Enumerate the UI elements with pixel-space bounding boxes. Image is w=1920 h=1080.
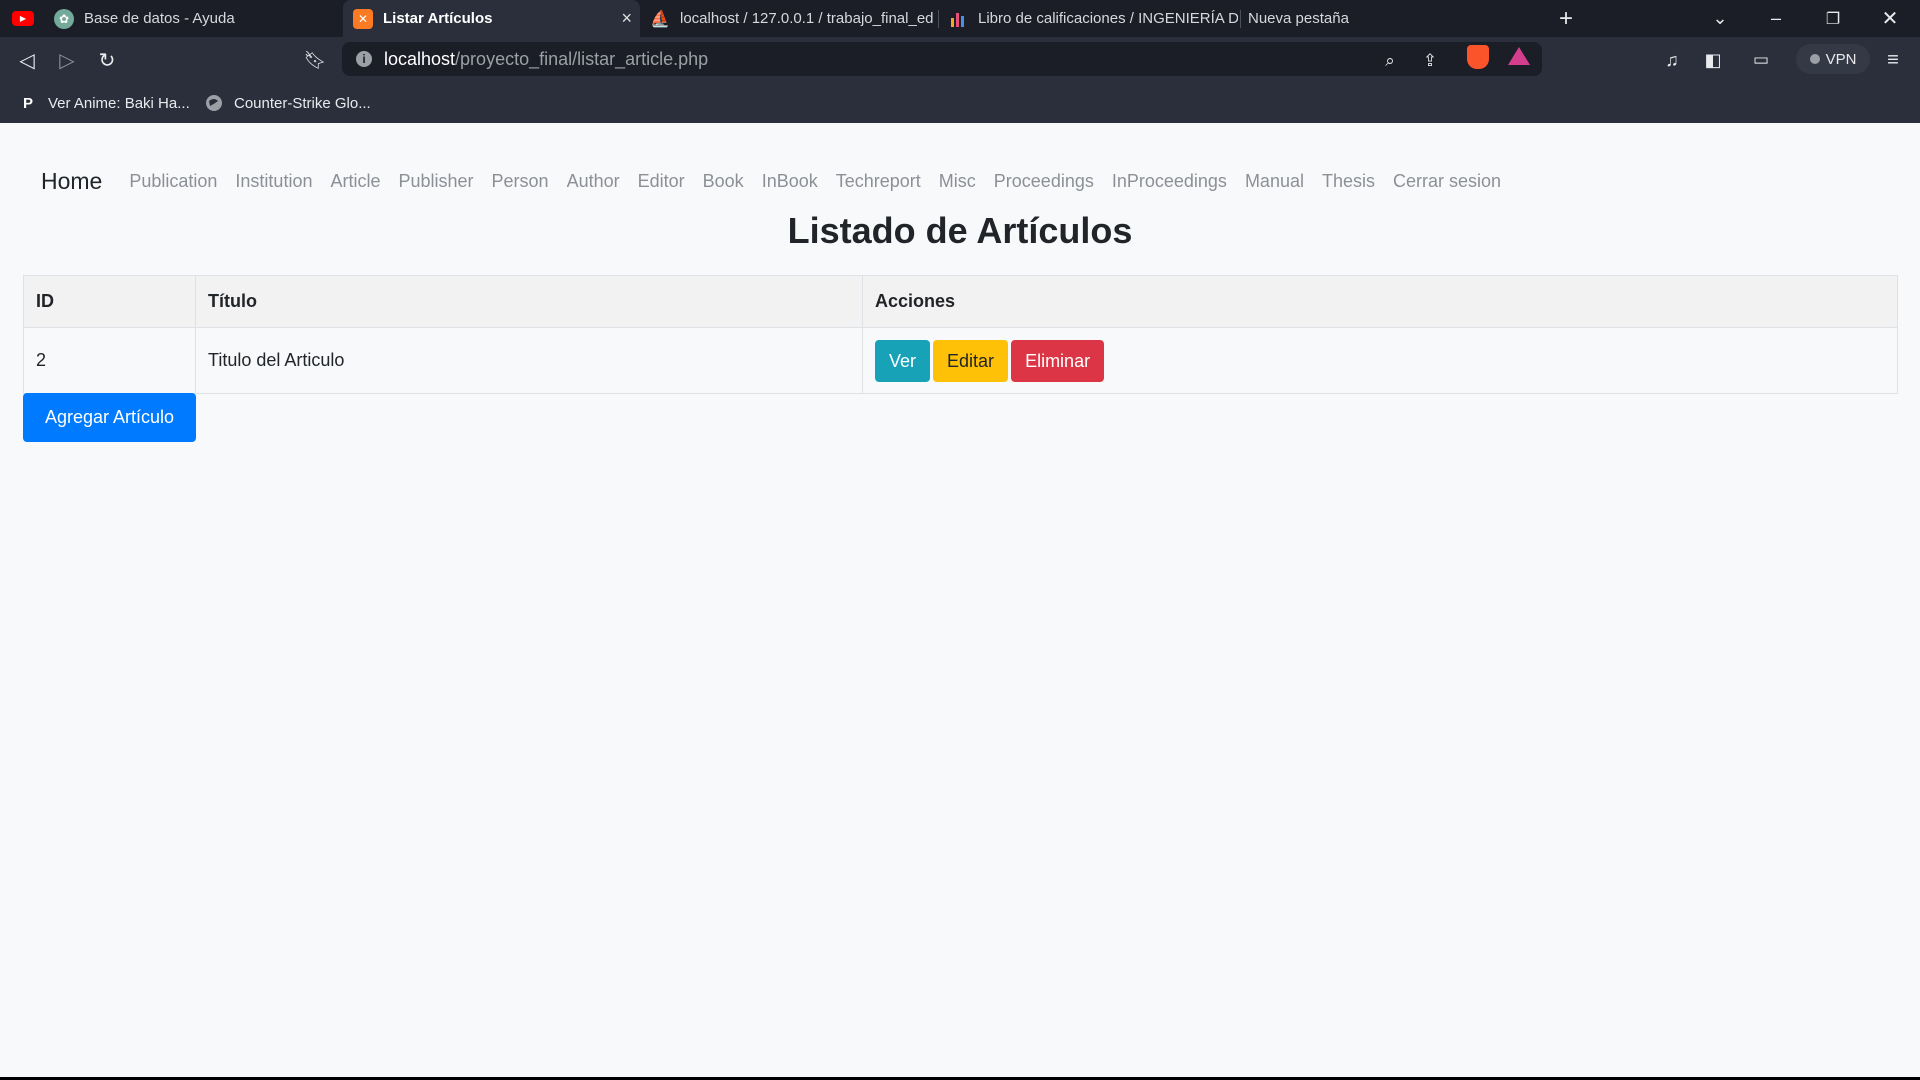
bookmarks-bar: P Ver Anime: Baki Ha... Counter-Strike G…	[0, 83, 1920, 123]
browser-chrome: ▶ ✿ Base de datos - Ayuda ✕ Listar Artíc…	[0, 0, 1920, 123]
cell-actions: Ver Editar Eliminar	[862, 327, 1898, 394]
page-content: Home Publication Institution Article Pub…	[0, 123, 1920, 1078]
main-navbar: Home Publication Institution Article Pub…	[41, 165, 1519, 197]
tab-search-chevron-icon[interactable]: ⌄	[1692, 0, 1748, 37]
tab-title: Base de datos - Ayuda	[84, 10, 235, 27]
pinned-tab-youtube[interactable]: ▶	[12, 0, 38, 37]
nav-link-article[interactable]: Article	[330, 171, 380, 192]
cell-title: Titulo del Articulo	[195, 327, 863, 394]
tab-nueva-pestana[interactable]: Nueva pestaña	[1248, 0, 1533, 37]
editar-button[interactable]: Editar	[933, 339, 1009, 382]
nav-link-inbook[interactable]: InBook	[762, 171, 818, 192]
address-bar[interactable]: i localhost/proyecto_final/listar_articl…	[342, 42, 1542, 76]
maximize-button[interactable]: ❐	[1805, 0, 1861, 37]
column-header-acciones: Acciones	[862, 275, 1898, 328]
menu-icon[interactable]: ≡	[1878, 45, 1908, 75]
forward-button[interactable]: ▷	[52, 45, 82, 75]
nav-link-author[interactable]: Author	[567, 171, 620, 192]
bookmark-icon[interactable]: 🔖︎	[300, 45, 330, 75]
nav-link-proceedings[interactable]: Proceedings	[994, 171, 1094, 192]
nav-link-manual[interactable]: Manual	[1245, 171, 1304, 192]
brave-rewards-icon[interactable]	[1508, 47, 1530, 65]
vpn-status-icon	[1809, 54, 1820, 64]
url-text[interactable]: localhost/proyecto_final/listar_article.…	[384, 49, 708, 70]
eliminar-button[interactable]: Eliminar	[1011, 339, 1105, 382]
tab-libro-calificaciones[interactable]: Libro de calificaciones / INGENIERÍA D	[948, 0, 1238, 37]
bookmark-item[interactable]: Counter-Strike Glo...	[204, 91, 371, 115]
nav-link-editor[interactable]: Editor	[638, 171, 685, 192]
brave-shields-icon[interactable]	[1467, 45, 1489, 69]
tab-title: Nueva pestaña	[1248, 10, 1349, 27]
column-header-titulo: Título	[195, 275, 863, 328]
nav-link-techreport[interactable]: Techreport	[836, 171, 921, 192]
bookmark-item[interactable]: P Ver Anime: Baki Ha...	[18, 91, 190, 115]
youtube-icon: ▶	[12, 11, 34, 26]
info-icon[interactable]: i	[356, 51, 372, 67]
new-tab-button[interactable]: +	[1538, 0, 1594, 37]
nav-link-misc[interactable]: Misc	[939, 171, 976, 192]
p-icon: P	[22, 94, 33, 112]
wallet-icon[interactable]: ▭	[1746, 45, 1776, 75]
close-tab-icon[interactable]: ×	[621, 8, 632, 29]
table-header-row: ID Título Acciones	[23, 275, 1898, 328]
minimize-button[interactable]: –	[1748, 0, 1804, 37]
column-header-id: ID	[23, 275, 196, 328]
tab-separator	[1240, 10, 1241, 28]
back-button[interactable]: ◁	[12, 45, 42, 75]
table-row: 2 Titulo del Articulo Ver Editar Eliminar	[23, 327, 1898, 394]
navbar-brand-home[interactable]: Home	[41, 168, 102, 195]
page-title: Listado de Artículos	[787, 210, 1133, 251]
browser-toolbar: ◁ ▷ ↻ 🔖︎ i localhost/proyecto_final/list…	[0, 37, 1920, 83]
articles-table: ID Título Acciones 2 Titulo del Articulo…	[23, 275, 1898, 394]
nav-link-person[interactable]: Person	[492, 171, 549, 192]
tab-title: Libro de calificaciones / INGENIERÍA D	[978, 10, 1238, 27]
share-icon[interactable]: ⇪	[1419, 50, 1441, 72]
tab-strip: ▶ ✿ Base de datos - Ayuda ✕ Listar Artíc…	[0, 0, 1920, 37]
nav-link-publisher[interactable]: Publisher	[398, 171, 473, 192]
nav-link-cerrar-sesion[interactable]: Cerrar sesion	[1393, 171, 1501, 192]
nav-link-institution[interactable]: Institution	[235, 171, 312, 192]
nav-link-inproceedings[interactable]: InProceedings	[1112, 171, 1227, 192]
sidebar-icon[interactable]: ◧	[1698, 45, 1728, 75]
bar-chart-icon	[948, 9, 968, 29]
globe-icon	[204, 93, 224, 113]
ver-button[interactable]: Ver	[875, 339, 931, 382]
tab-listar-articulos[interactable]: ✕ Listar Artículos ×	[343, 0, 640, 37]
tab-title: localhost / 127.0.0.1 / trabajo_final_ed	[680, 10, 934, 27]
zoom-icon[interactable]: ⌕	[1379, 50, 1401, 72]
xampp-icon: ✕	[353, 8, 373, 29]
tab-base-de-datos[interactable]: ✿ Base de datos - Ayuda	[54, 0, 339, 37]
tab-title: Listar Artículos	[383, 10, 493, 27]
nav-link-thesis[interactable]: Thesis	[1322, 171, 1375, 192]
tab-separator	[938, 10, 939, 28]
add-article-button[interactable]: Agregar Artículo	[23, 393, 197, 442]
media-icon[interactable]: ♫	[1657, 45, 1687, 75]
close-window-button[interactable]: ✕	[1862, 0, 1918, 37]
phpmyadmin-icon: ⛵	[650, 10, 670, 28]
nav-link-book[interactable]: Book	[703, 171, 744, 192]
reload-button[interactable]: ↻	[92, 45, 122, 75]
vpn-button[interactable]: VPN	[1796, 44, 1870, 74]
nav-link-publication[interactable]: Publication	[129, 171, 217, 192]
chatgpt-icon: ✿	[54, 8, 74, 29]
tab-phpmyadmin[interactable]: ⛵ localhost / 127.0.0.1 / trabajo_final_…	[650, 0, 936, 37]
cell-id: 2	[23, 327, 196, 394]
